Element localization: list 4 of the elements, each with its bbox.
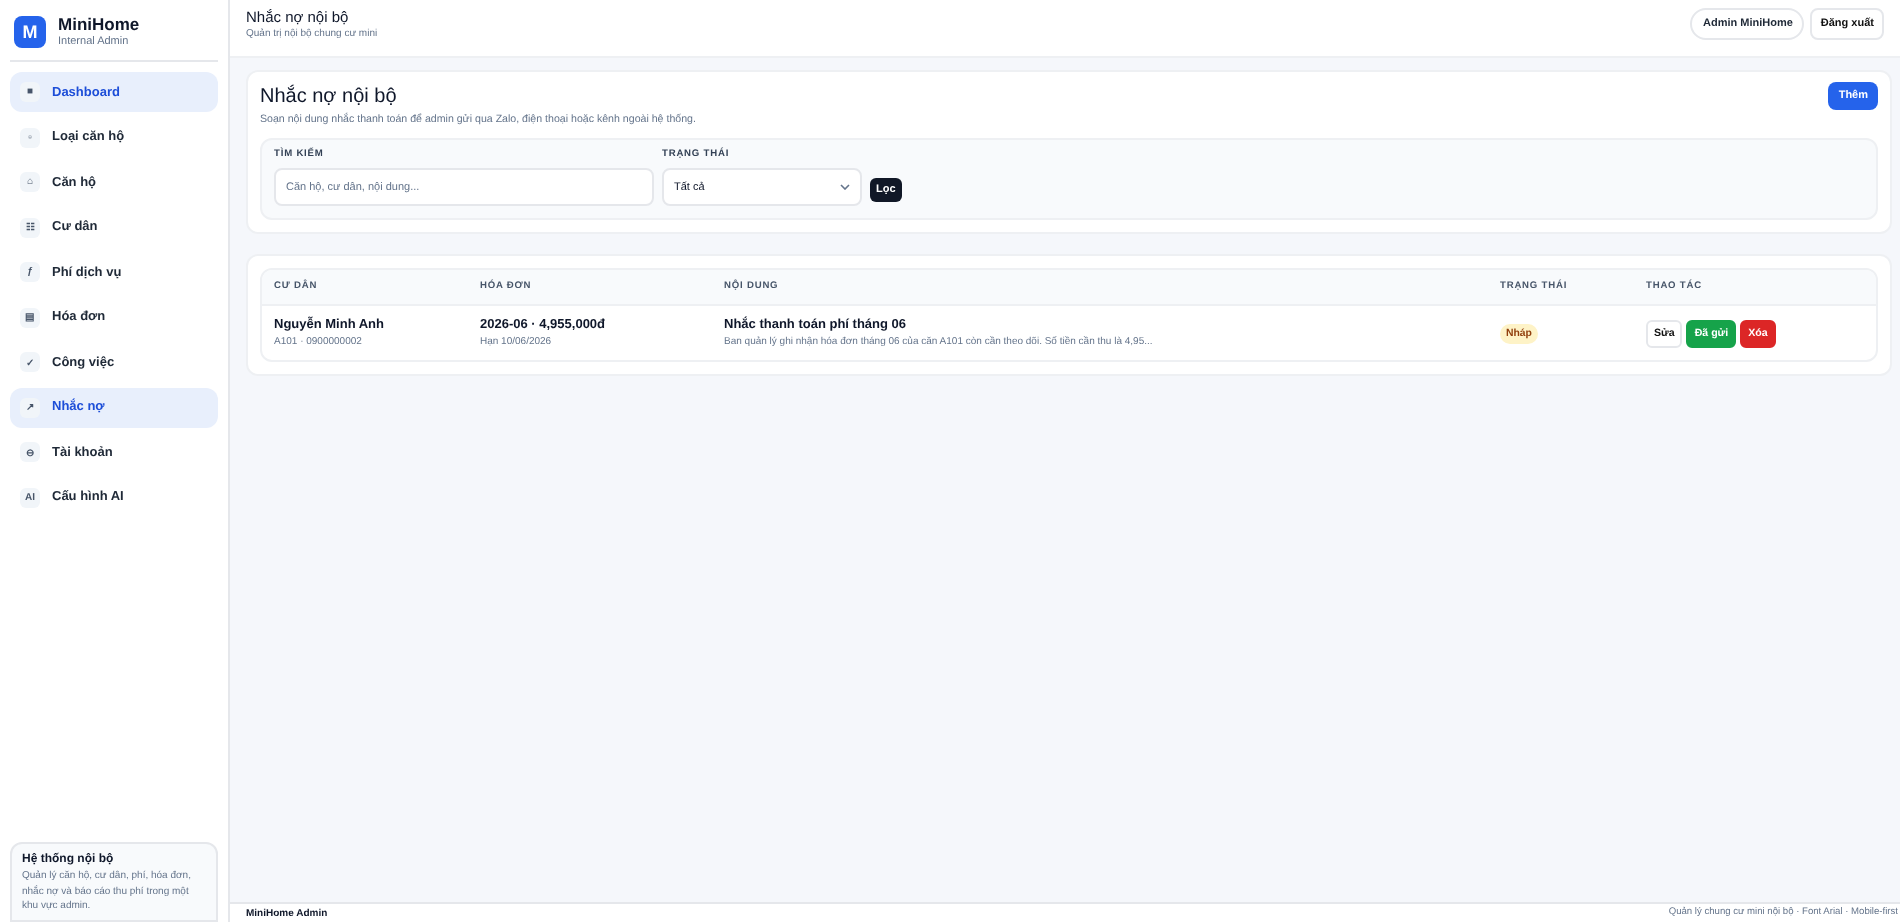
brand-name: MiniHome xyxy=(58,14,140,34)
caret-icon xyxy=(840,184,850,190)
logo: M xyxy=(14,15,46,47)
card-title: Nhắc nợ nội bộ xyxy=(260,86,399,108)
